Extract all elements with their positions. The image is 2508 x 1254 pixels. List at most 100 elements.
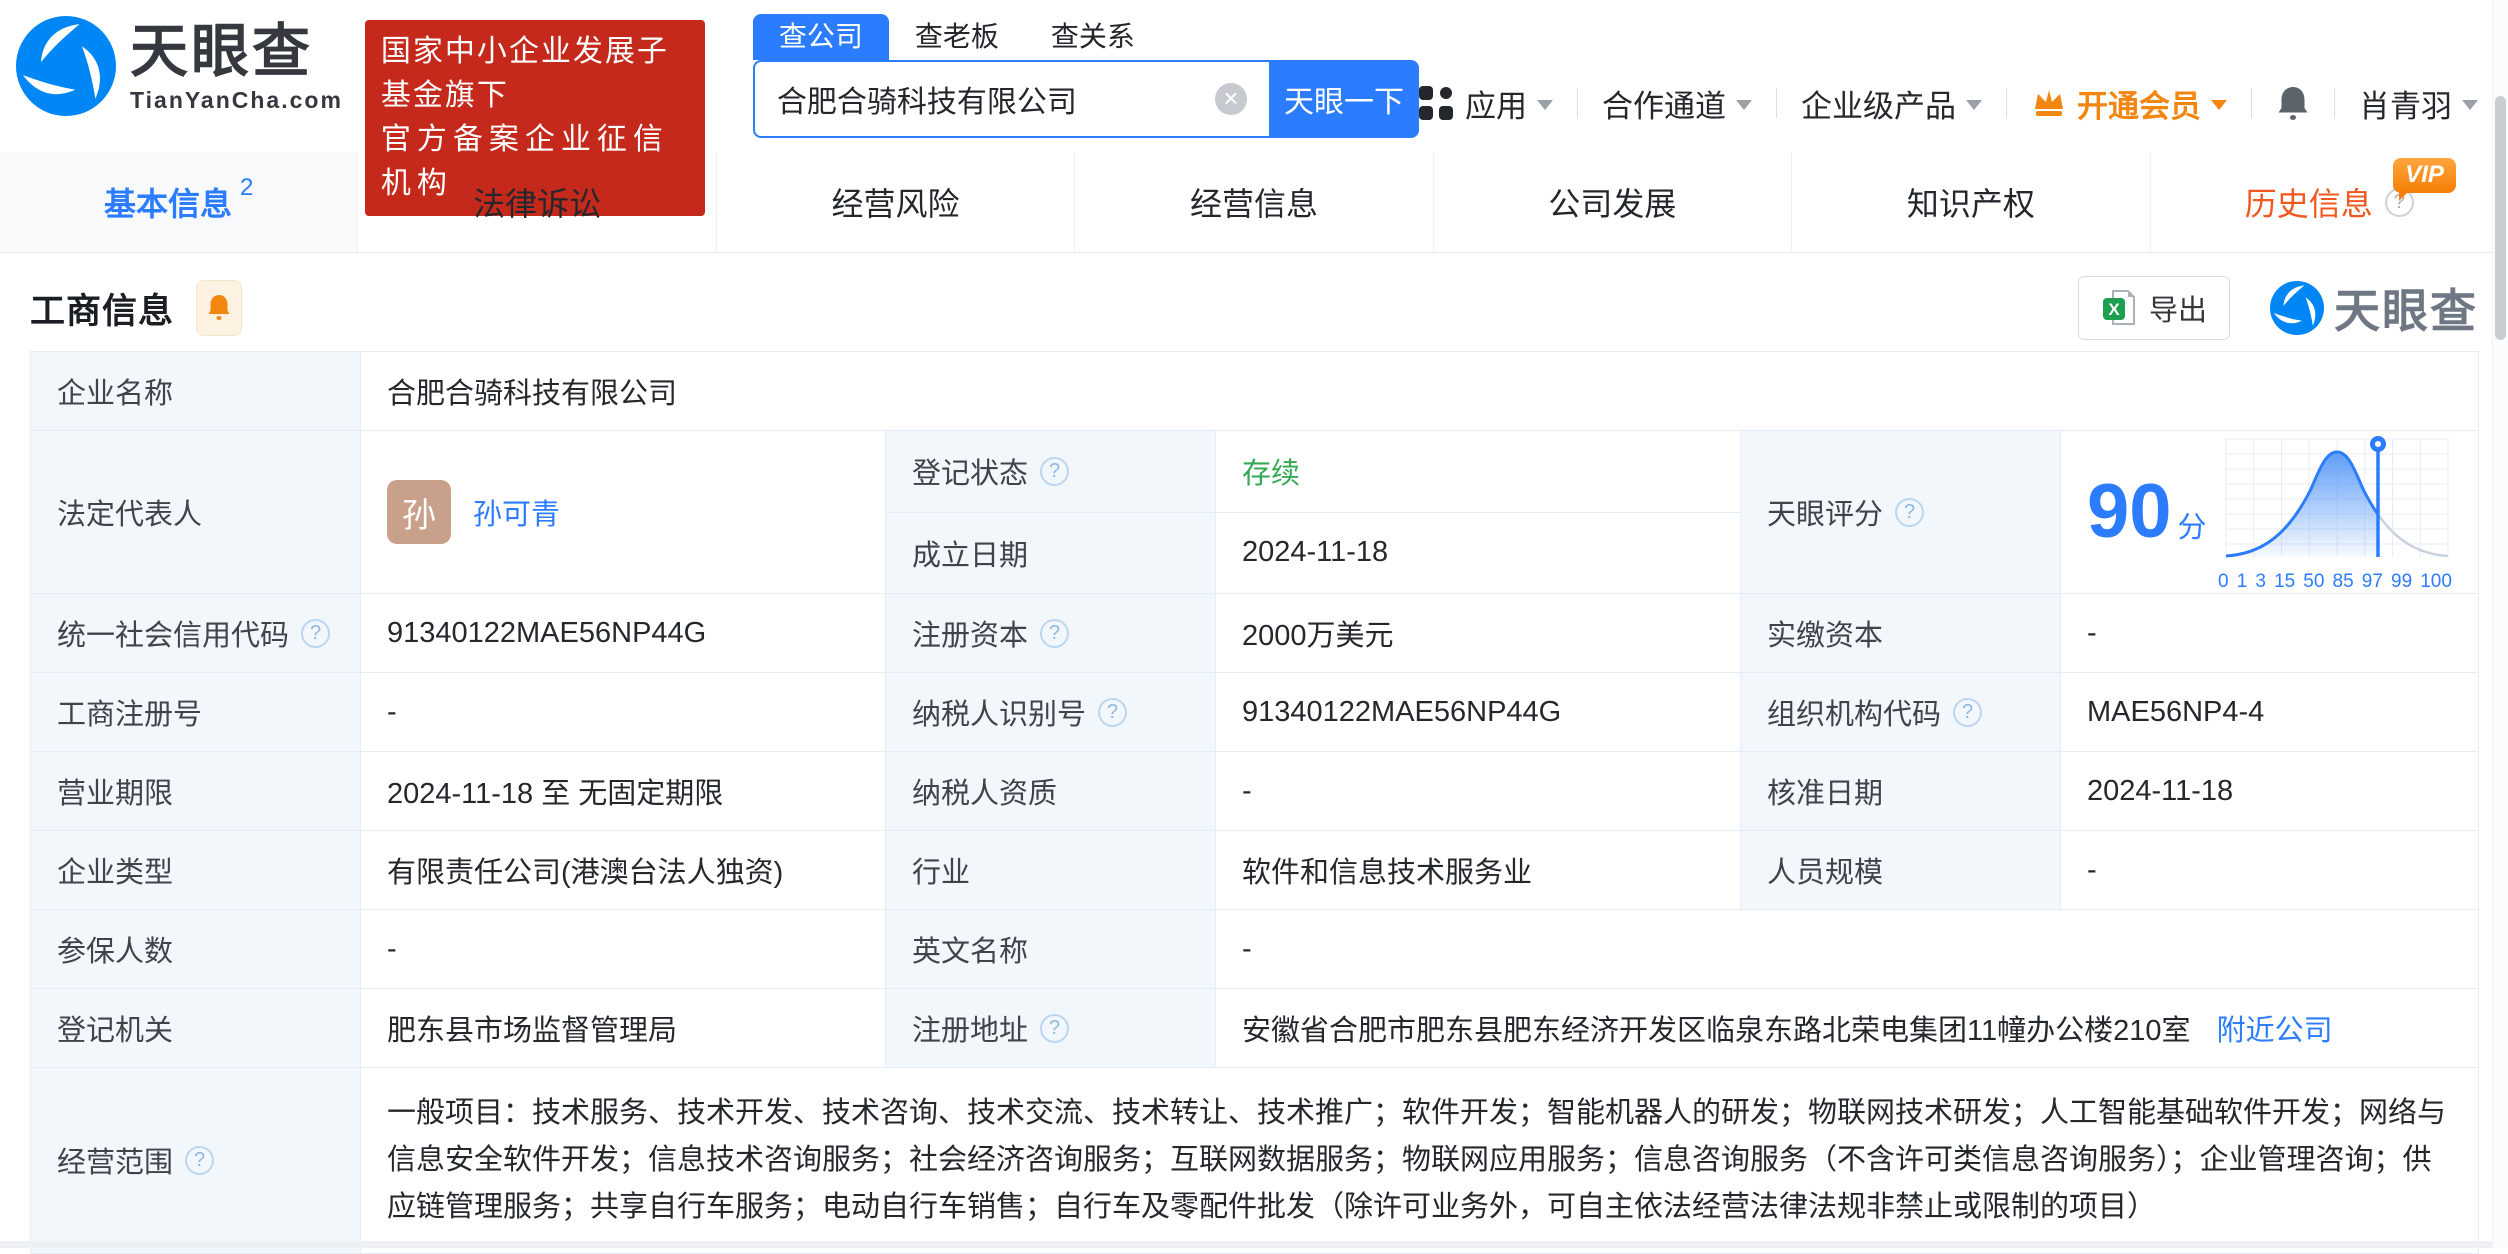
field-label: 纳税人资质 (885, 751, 1216, 831)
brand-name: 天眼查 (130, 18, 314, 84)
help-icon[interactable]: ? (301, 618, 331, 648)
field-label: 登记机关 (30, 988, 361, 1068)
nav-divider (2006, 88, 2007, 118)
table-row: 法定代表人 孙 孙可青 登记状态 ? 存续 天眼评分 ? 90 分 0 1 3 … (30, 430, 2480, 594)
nav-member-label: 开通会员 (2077, 88, 2201, 124)
nav-user-name: 肖青羽 (2359, 88, 2452, 124)
tab-risk-label: 经营风险 (831, 186, 960, 222)
score-tick: 99 (2391, 571, 2413, 592)
nav-cooperation-label: 合作通道 (1602, 88, 1726, 124)
establish-date-value: 2024-11-18 (1215, 511, 1741, 594)
field-label: 核准日期 (1740, 751, 2061, 831)
tianyan-score-cell[interactable]: 90 分 0 1 3 15 50 85 97 99 100 (2059, 430, 2480, 594)
nav-divider (1577, 88, 1578, 118)
monitor-bell-chip[interactable] (196, 280, 243, 336)
business-info-section-head: 工商信息 X 导出 天眼查 (30, 275, 2478, 341)
score-tick: 85 (2332, 571, 2354, 592)
field-label: 营业期限 (30, 751, 361, 831)
tianyancha-logo-icon (2270, 281, 2324, 335)
help-icon[interactable]: ? (1953, 697, 1983, 727)
nearby-companies-link[interactable]: 附近公司 (2217, 1015, 2333, 1047)
scrollbar-thumb[interactable] (2495, 96, 2506, 340)
english-name-value: - (1214, 909, 2480, 989)
tab-operation[interactable]: 经营信息 (1075, 152, 1434, 252)
avatar[interactable]: 孙 (387, 480, 451, 544)
chevron-down-icon (1966, 100, 1982, 110)
field-label: 纳税人识别号 ? (885, 672, 1216, 752)
bell-icon (208, 295, 230, 320)
business-scope-value: 一般项目：技术服务、技术开发、技术咨询、技术交流、技术转让、技术推广；软件开发；… (359, 1067, 2480, 1254)
paid-capital-value: - (2059, 593, 2480, 673)
search-box: × 天眼一下 (752, 60, 1419, 138)
staff-size-value: - (2059, 830, 2480, 910)
score-tick: 50 (2303, 571, 2325, 592)
nav-user[interactable]: 肖青羽 (2359, 81, 2478, 126)
field-label: 经营范围 ? (30, 1067, 361, 1254)
nav-member[interactable]: 开通会员 (2031, 81, 2227, 126)
tianyancha-logo[interactable]: 天眼查 TianYanCha.com (16, 16, 343, 116)
field-label: 企业类型 (30, 830, 361, 910)
help-icon[interactable]: ? (185, 1145, 215, 1175)
search-tab-company[interactable]: 查公司 (752, 14, 889, 60)
search-button[interactable]: 天眼一下 (1269, 60, 1419, 138)
reg-address-value: 安徽省合肥市肥东县肥东经济开发区临泉东路北荣电集团11幢办公楼210室 (1242, 1015, 2191, 1047)
help-icon[interactable]: ? (1040, 618, 1070, 648)
apps-grid-icon (1419, 86, 1453, 120)
field-label: 法定代表人 (30, 430, 361, 594)
field-label: 成立日期 (885, 511, 1216, 594)
search-input-wrap: × (752, 60, 1269, 138)
help-icon[interactable]: ? (1040, 1013, 1070, 1043)
table-row: 统一社会信用代码 ? 91340122MAE56NP44G 注册资本 ? 200… (30, 593, 2480, 673)
notification-bell[interactable] (2276, 84, 2310, 122)
field-label: 实缴资本 (1740, 593, 2061, 673)
score-tick: 1 (2236, 571, 2248, 592)
crown-icon (2035, 90, 2063, 116)
industry-value: 软件和信息技术服务业 (1215, 830, 1741, 910)
legal-rep-cell: 孙 孙可青 (360, 430, 886, 594)
nav-enterprise[interactable]: 企业级产品 (1801, 81, 1982, 126)
field-label: 注册地址 ? (885, 988, 1216, 1068)
tab-basic-info-label: 基本信息 (104, 186, 233, 222)
taxpayer-id-value: 91340122MAE56NP44G (1215, 672, 1741, 752)
nav-divider (2251, 88, 2252, 118)
export-button[interactable]: X 导出 (2077, 276, 2230, 340)
export-label: 导出 (2148, 295, 2207, 327)
help-icon[interactable]: ? (1098, 697, 1128, 727)
clear-search-icon[interactable]: × (1215, 83, 1247, 115)
tab-legal-label: 法律诉讼 (473, 186, 602, 222)
approval-date-value: 2024-11-18 (2059, 751, 2480, 831)
page-bottom-strip (0, 1241, 2508, 1248)
score-tick: 3 (2255, 571, 2266, 592)
score-axis-ticks: 0 1 3 15 50 85 97 99 100 (2218, 571, 2452, 593)
score-tick: 100 (2420, 571, 2452, 592)
field-label: 注册资本 ? (885, 593, 1216, 673)
top-header: 天眼查 TianYanCha.com 国家中小企业发展子基金旗下 官方备案企业征… (0, 0, 2508, 216)
help-icon[interactable]: ? (1895, 497, 1925, 527)
chevron-down-icon (1736, 100, 1752, 110)
nav-divider (2334, 88, 2335, 118)
tab-development[interactable]: 公司发展 (1434, 152, 1793, 252)
tianyancha-watermark: 天眼查 (2270, 275, 2478, 341)
tab-risk[interactable]: 经营风险 (717, 152, 1076, 252)
field-label: 人员规模 (1740, 830, 2061, 910)
search-tab-boss[interactable]: 查老板 (889, 14, 1025, 60)
legal-rep-link[interactable]: 孙可青 (473, 491, 560, 533)
table-row: 登记机关 肥东县市场监督管理局 注册地址 ? 安徽省合肥市肥东县肥东经济开发区临… (30, 988, 2480, 1068)
tab-ip[interactable]: 知识产权 (1792, 152, 2151, 252)
table-row: 营业期限 2024-11-18 至 无固定期限 纳税人资质 - 核准日期 202… (30, 751, 2480, 831)
nav-apps[interactable]: 应用 (1419, 81, 1553, 126)
search-tab-relation[interactable]: 查关系 (1025, 14, 1161, 60)
vertical-scrollbar[interactable] (2492, 0, 2508, 1248)
top-nav: 应用 合作通道 企业级产品 开通会员 肖青羽 (1419, 64, 2478, 142)
help-icon[interactable]: ? (1040, 456, 1070, 486)
tab-legal[interactable]: 法律诉讼 (358, 152, 717, 252)
section-title: 工商信息 (30, 291, 175, 331)
tab-history[interactable]: VIP 历史信息 ? (2151, 152, 2508, 252)
search-input[interactable] (776, 82, 1215, 116)
score-tick: 0 (2218, 571, 2229, 592)
tab-basic-info[interactable]: 基本信息 2 (0, 152, 359, 252)
score-tick: 15 (2274, 571, 2296, 592)
nav-cooperation[interactable]: 合作通道 (1602, 81, 1752, 126)
gov-badge-line1: 国家中小企业发展子基金旗下 (380, 35, 669, 112)
tab-ip-label: 知识产权 (1906, 186, 2035, 222)
